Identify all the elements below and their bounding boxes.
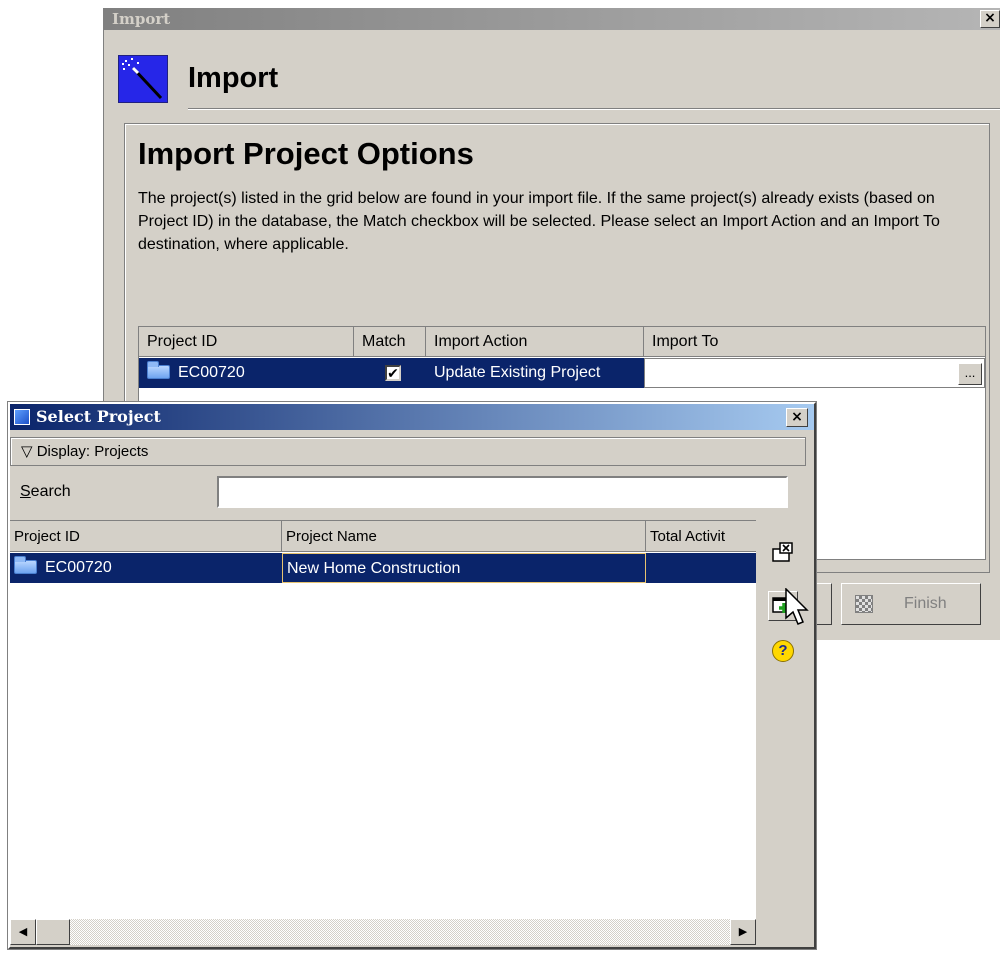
select-project-title: Select Project	[36, 407, 161, 426]
column-header-project-id[interactable]: Project ID	[10, 521, 282, 552]
column-header-import-action[interactable]: Import Action	[426, 327, 644, 357]
magic-wand-icon	[118, 55, 168, 103]
import-close-button[interactable]: ×	[980, 10, 1000, 28]
heading-divider	[188, 108, 1000, 110]
horizontal-scrollbar[interactable]: ◀ ▶	[10, 919, 756, 945]
search-label-rest: earch	[30, 483, 71, 500]
browse-ellipsis-button[interactable]: ...	[958, 363, 982, 385]
finish-flag-icon	[855, 595, 873, 613]
side-toolbar: ?	[758, 520, 806, 920]
table-row[interactable]: EC00720 New Home Construction	[10, 553, 756, 583]
section-title: Import Project Options	[138, 136, 474, 171]
grid-header: Project ID Match Import Action Import To	[139, 327, 985, 357]
project-id-text: EC00720	[45, 559, 112, 576]
column-header-import-to[interactable]: Import To	[644, 327, 985, 357]
scroll-thumb[interactable]	[36, 919, 70, 945]
cell-project-id[interactable]: EC00720	[10, 553, 282, 583]
display-label: Display: Projects	[36, 443, 149, 460]
column-header-project-id[interactable]: Project ID	[139, 327, 354, 357]
display-filter-bar[interactable]: ▽ Display: Projects	[10, 437, 806, 466]
folder-icon	[147, 361, 170, 379]
remove-window-icon	[772, 542, 793, 562]
select-project-close-button[interactable]: ×	[786, 408, 808, 427]
folder-icon	[14, 556, 37, 574]
finish-button[interactable]: Finish	[841, 583, 981, 625]
column-header-total-activities[interactable]: Total Activit	[646, 521, 756, 552]
cell-import-to[interactable]: ...	[644, 358, 985, 388]
cell-match: ✔	[354, 358, 426, 388]
column-header-project-name[interactable]: Project Name	[282, 521, 646, 552]
wizard-heading: Import	[188, 62, 279, 94]
cell-project-name[interactable]: New Home Construction	[282, 553, 646, 583]
search-input[interactable]	[217, 476, 788, 508]
import-window-title: Import	[112, 10, 171, 28]
help-icon: ?	[772, 640, 794, 662]
search-label-accelerator: S	[20, 483, 31, 500]
select-project-dialog: Select Project × ▽ Display: Projects Sea…	[7, 401, 817, 950]
match-checkbox[interactable]: ✔	[385, 365, 401, 381]
table-row[interactable]: EC00720 ✔ Update Existing Project ...	[139, 358, 985, 388]
scroll-left-button[interactable]: ◀	[10, 919, 36, 945]
remove-window-button[interactable]	[768, 540, 798, 570]
window-app-icon	[14, 409, 30, 425]
mouse-pointer-icon	[785, 588, 809, 625]
help-button[interactable]: ?	[768, 635, 798, 665]
finish-label: Finish	[904, 595, 947, 612]
project-id-text: EC00720	[178, 364, 245, 381]
scroll-right-button[interactable]: ▶	[730, 919, 756, 945]
search-label: Search	[20, 483, 71, 501]
section-description: The project(s) listed in the grid below …	[138, 190, 940, 253]
cell-project-id[interactable]: EC00720	[139, 358, 354, 388]
cell-total-activities[interactable]	[646, 553, 756, 583]
column-header-match[interactable]: Match	[354, 327, 426, 357]
cell-import-action[interactable]: Update Existing Project	[426, 358, 644, 388]
select-project-titlebar[interactable]: Select Project ×	[10, 404, 814, 430]
projects-list: Project ID Project Name Total Activit EC…	[10, 520, 756, 945]
import-titlebar[interactable]: Import ×	[104, 8, 1000, 30]
chevron-down-icon: ▽	[21, 443, 33, 460]
